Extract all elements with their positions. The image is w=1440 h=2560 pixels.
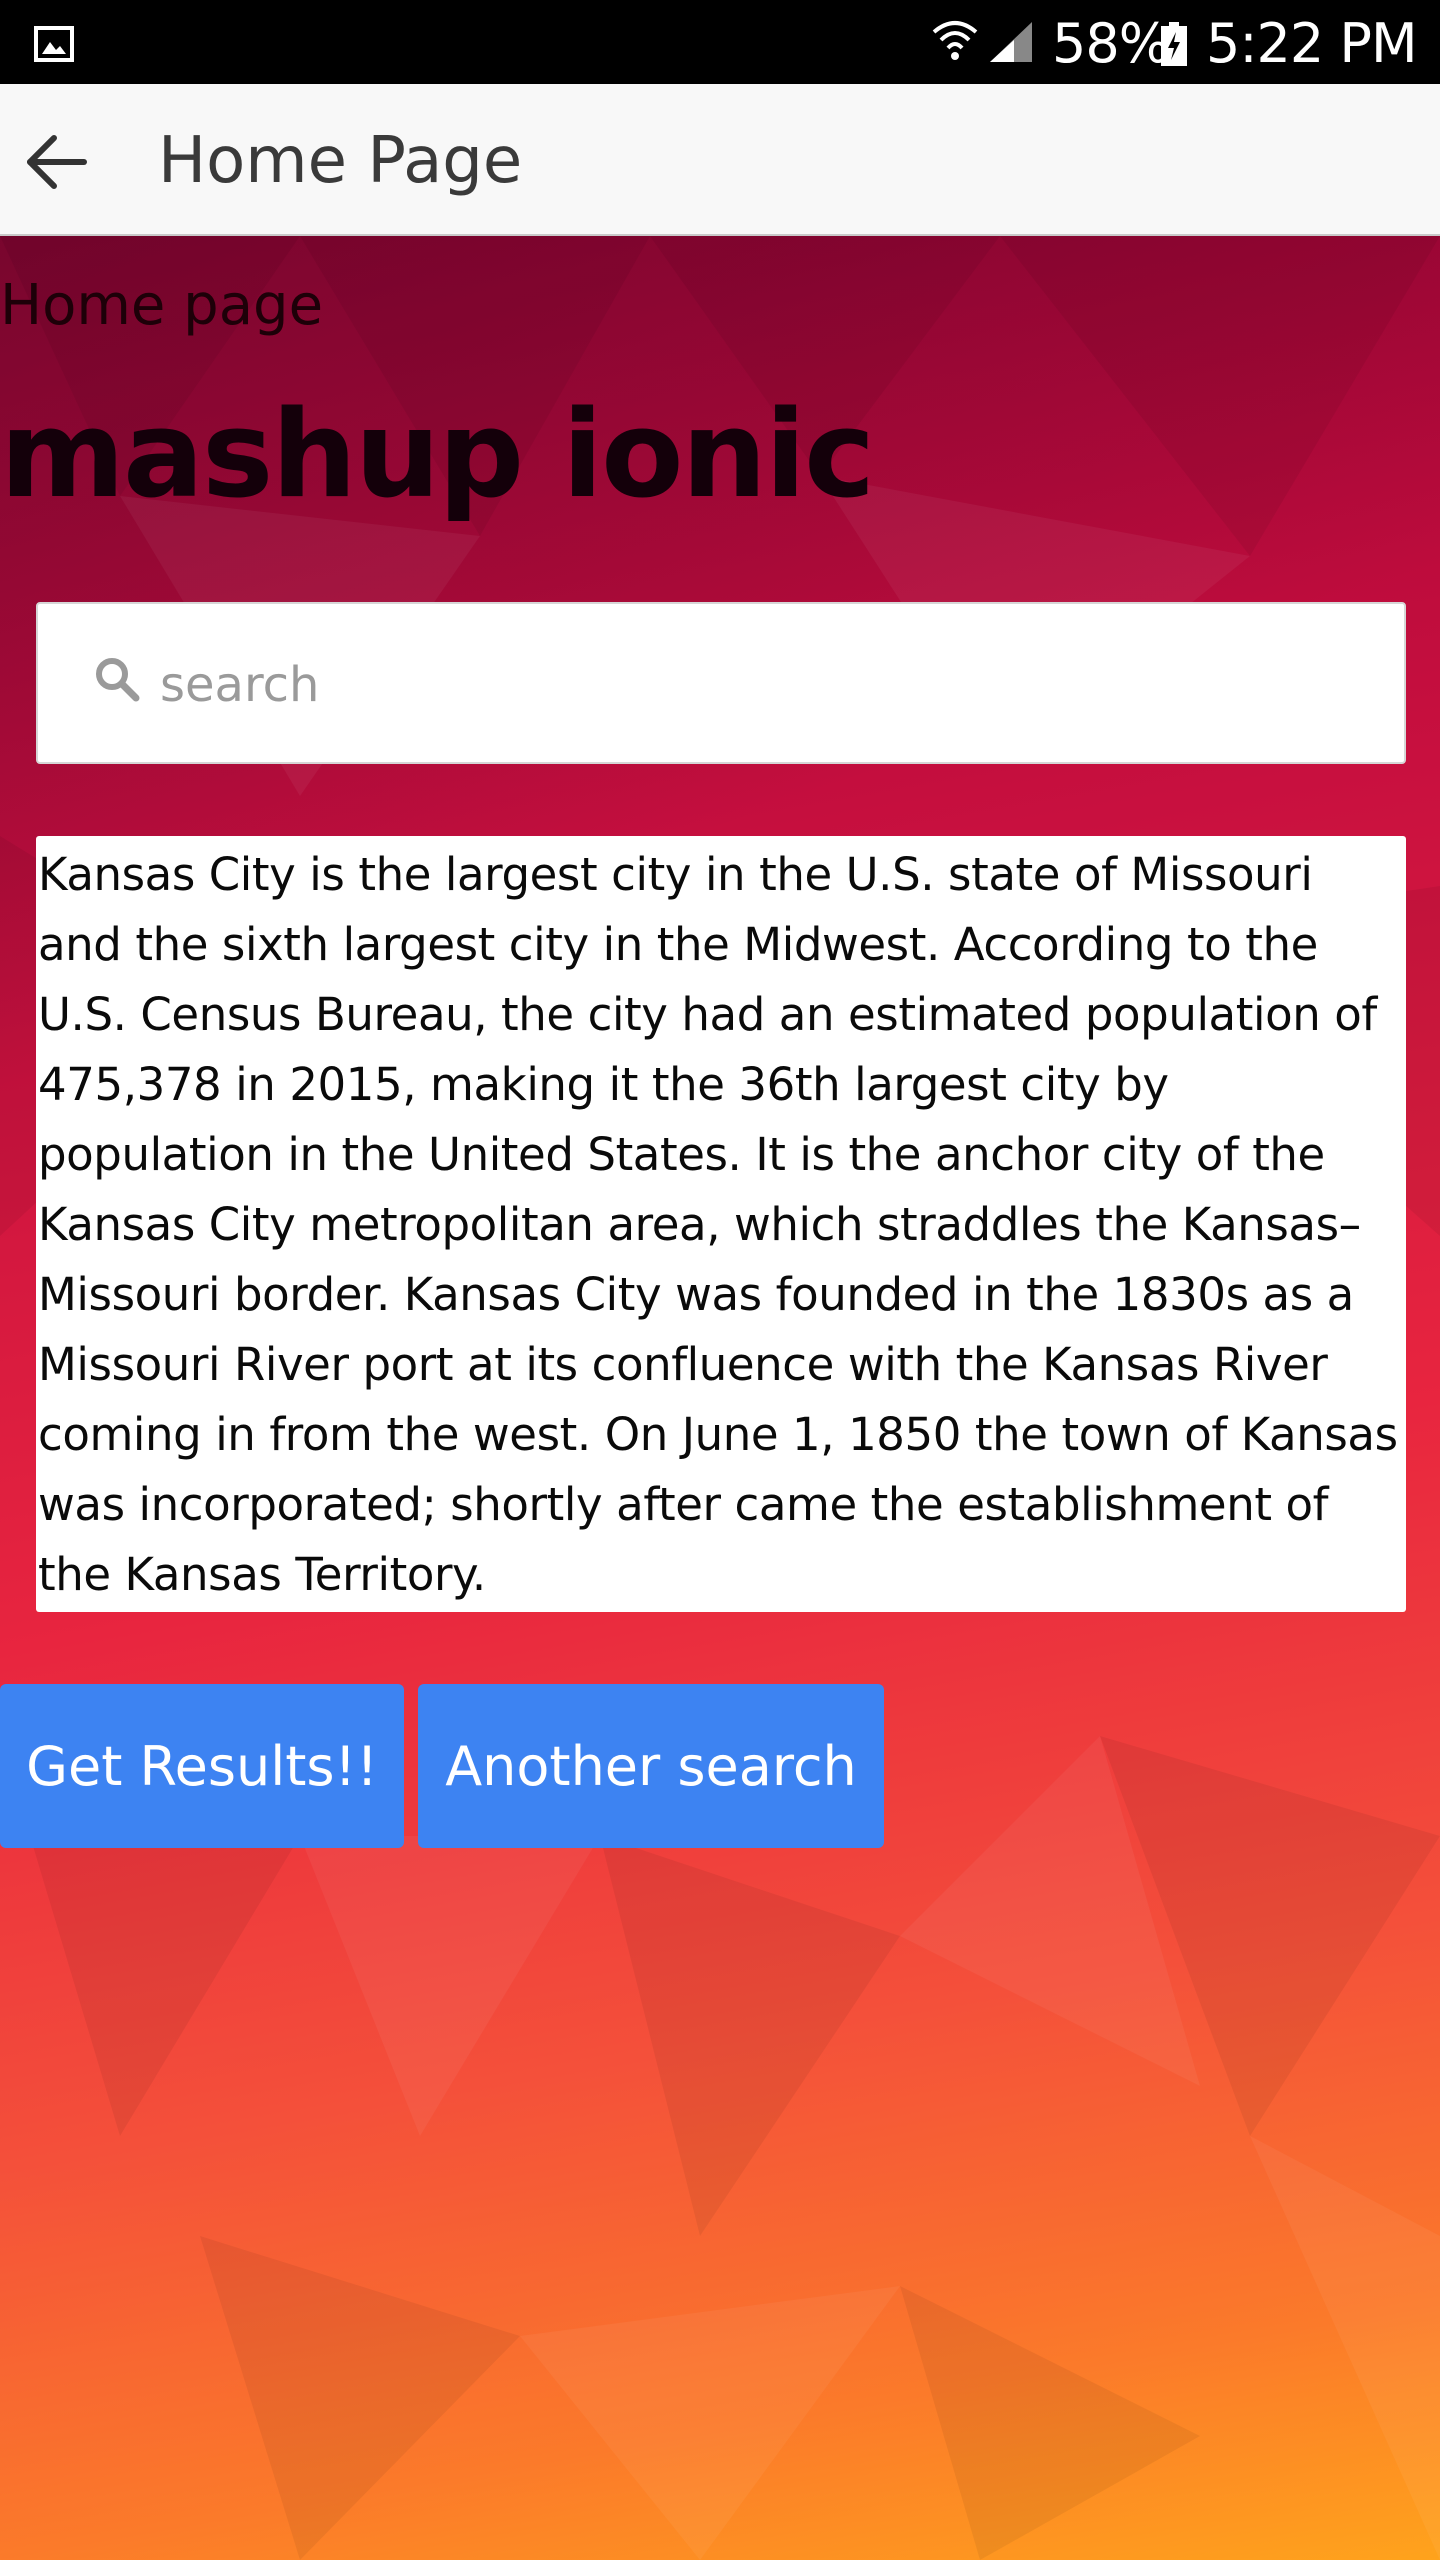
search-icon [96, 658, 140, 702]
another-search-button[interactable]: Another search [418, 1684, 884, 1848]
main-content: Home page mashup ionic Kansas City is th… [0, 236, 1440, 2560]
wifi-icon [932, 21, 978, 60]
signal-icon [990, 22, 1032, 62]
page-title: Home Page [158, 124, 523, 198]
clock: 5:22 PM [1206, 12, 1418, 75]
back-button[interactable] [14, 120, 98, 204]
app-header: Home Page [0, 84, 1440, 236]
get-results-button[interactable]: Get Results!! [0, 1684, 404, 1848]
arrow-left-icon [27, 135, 87, 189]
gallery-icon [34, 26, 74, 62]
battery-charging-icon [1161, 22, 1187, 66]
app-title: mashup ionic [0, 386, 875, 525]
search-input[interactable] [158, 640, 1362, 730]
subheading: Home page [0, 273, 324, 338]
description-text: Kansas City is the largest city in the U… [36, 836, 1406, 1612]
battery-percent: 58% [1052, 12, 1170, 75]
search-bar[interactable] [36, 602, 1406, 764]
status-bar: 58% 5:22 PM [0, 0, 1440, 84]
